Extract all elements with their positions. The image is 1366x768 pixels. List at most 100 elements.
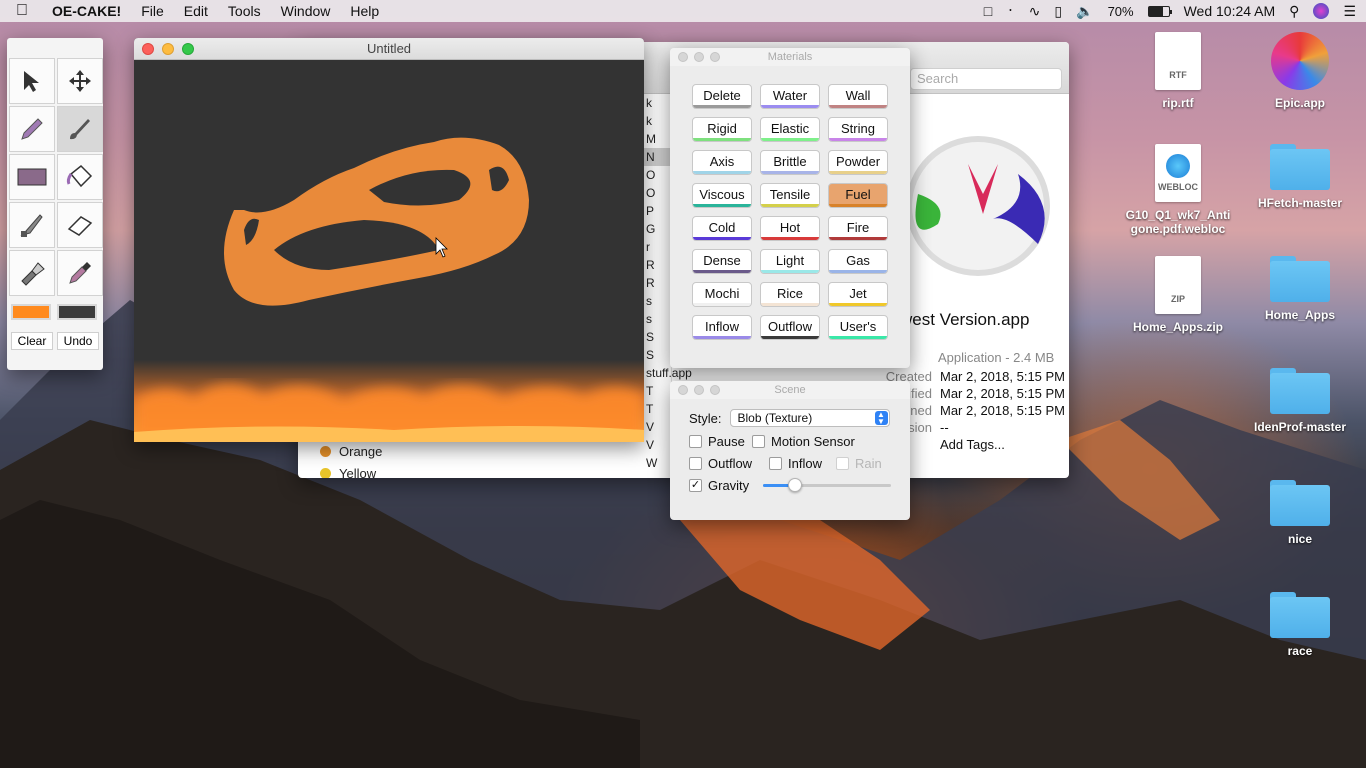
spotlight-search-icon[interactable]: ⚲ xyxy=(1289,3,1299,20)
battery-icon[interactable] xyxy=(1147,5,1172,17)
bluetooth-icon[interactable]: ᛫ xyxy=(1006,3,1014,19)
tag-yellow[interactable]: Yellow xyxy=(298,462,430,478)
gravity-checkbox[interactable]: ✓ Gravity xyxy=(689,478,749,493)
brush-tool-button[interactable] xyxy=(57,106,103,152)
list-item[interactable]: O xyxy=(642,166,671,184)
material-button-inflow[interactable]: Inflow xyxy=(692,315,752,340)
zoom-icon[interactable] xyxy=(182,43,194,55)
eyedropper-tool-button[interactable] xyxy=(57,250,103,296)
desktop-icon-webloc[interactable]: WEBLOC G10_Q1_wk7_Antigone.pdf.webloc xyxy=(1123,144,1233,236)
app-menu[interactable]: OE-CAKE! xyxy=(52,3,121,19)
motion-sensor-checkbox[interactable]: Motion Sensor xyxy=(752,434,855,449)
minimize-icon[interactable] xyxy=(694,385,704,395)
battery-percent[interactable]: 70% xyxy=(1108,4,1134,19)
desktop-icon-folder[interactable]: Home_Apps xyxy=(1245,256,1355,322)
material-button-hot[interactable]: Hot xyxy=(760,216,820,241)
material-button-rigid[interactable]: Rigid xyxy=(692,117,752,142)
knife-tool-button[interactable] xyxy=(9,202,55,248)
simulation-canvas[interactable] xyxy=(134,60,644,442)
material-button-string[interactable]: String xyxy=(828,117,888,142)
desktop-icon-folder[interactable]: HFetch-master xyxy=(1245,144,1355,210)
menu-help[interactable]: Help xyxy=(350,3,379,19)
material-button-wall[interactable]: Wall xyxy=(828,84,888,109)
list-item[interactable]: P xyxy=(642,202,671,220)
fill-tool-button[interactable] xyxy=(57,154,103,200)
material-button-cold[interactable]: Cold xyxy=(692,216,752,241)
list-item[interactable]: W xyxy=(642,454,671,472)
menu-file[interactable]: File xyxy=(141,3,164,19)
minimize-icon[interactable] xyxy=(162,43,174,55)
list-item[interactable]: O xyxy=(642,184,671,202)
material-button-fire[interactable]: Fire xyxy=(828,216,888,241)
apple-icon[interactable]:  xyxy=(10,2,34,20)
eraser-tool-button[interactable] xyxy=(57,202,103,248)
list-item[interactable]: V xyxy=(642,418,671,436)
menu-window[interactable]: Window xyxy=(281,3,331,19)
list-item[interactable]: S xyxy=(642,346,671,364)
close-icon[interactable] xyxy=(678,385,688,395)
file-list[interactable]: k k M N O O P Gr R Rs s S Sstuff.app T T V V W xyxy=(642,94,692,478)
desktop-icon-folder[interactable]: IdenProf-master xyxy=(1245,368,1355,434)
material-button-powder[interactable]: Powder xyxy=(828,150,888,175)
material-button-elastic[interactable]: Elastic xyxy=(760,117,820,142)
list-item[interactable]: M xyxy=(642,130,671,148)
list-item[interactable]: k xyxy=(642,112,671,130)
material-button-brittle[interactable]: Brittle xyxy=(760,150,820,175)
list-item[interactable]: T xyxy=(642,400,671,418)
menu-edit[interactable]: Edit xyxy=(184,3,208,19)
list-item[interactable]: G xyxy=(642,220,671,238)
list-item[interactable]: stuff.app xyxy=(642,364,692,382)
desktop-icon-zip[interactable]: ZIP Home_Apps.zip xyxy=(1123,256,1233,334)
zoom-icon[interactable] xyxy=(710,385,720,395)
list-item[interactable]: r xyxy=(642,238,671,256)
flashlight-tool-button[interactable] xyxy=(9,250,55,296)
box-icon[interactable]: □ xyxy=(984,3,992,19)
primary-color-swatch[interactable] xyxy=(11,304,51,320)
zoom-icon[interactable] xyxy=(710,52,720,62)
list-item[interactable]: V xyxy=(642,436,671,454)
list-item[interactable]: N xyxy=(642,148,671,166)
outflow-checkbox[interactable]: Outflow xyxy=(689,456,769,471)
material-button-fuel[interactable]: Fuel xyxy=(828,183,888,208)
close-icon[interactable] xyxy=(142,43,154,55)
rain-checkbox[interactable]: Rain xyxy=(836,456,882,471)
desktop-icon-folder[interactable]: nice xyxy=(1245,480,1355,546)
material-button-gas[interactable]: Gas xyxy=(828,249,888,274)
notification-center-icon[interactable]: ☰ xyxy=(1343,3,1356,20)
airplay-icon[interactable]: ▯ xyxy=(1054,3,1062,20)
list-item[interactable]: T xyxy=(642,382,671,400)
move-tool-button[interactable] xyxy=(57,58,103,104)
menu-tools[interactable]: Tools xyxy=(228,3,261,19)
material-button-mochi[interactable]: Mochi xyxy=(692,282,752,307)
list-item[interactable]: R xyxy=(642,274,671,292)
material-button-tensile[interactable]: Tensile xyxy=(760,183,820,208)
material-button-light[interactable]: Light xyxy=(760,249,820,274)
add-tags-link[interactable]: Add Tags... xyxy=(940,436,1005,453)
rectangle-tool-button[interactable] xyxy=(9,154,55,200)
material-button-axis[interactable]: Axis xyxy=(692,150,752,175)
desktop-icon-folder[interactable]: race xyxy=(1245,592,1355,658)
undo-button[interactable]: Undo xyxy=(57,332,99,350)
list-item[interactable]: R xyxy=(642,256,671,274)
pause-checkbox[interactable]: Pause xyxy=(689,434,752,449)
list-item[interactable]: S xyxy=(642,328,671,346)
tag-orange[interactable]: Orange xyxy=(298,440,430,462)
volume-icon[interactable]: 🔈 xyxy=(1076,3,1093,20)
slider-knob[interactable] xyxy=(788,478,803,492)
list-item[interactable]: k xyxy=(642,94,671,112)
minimize-icon[interactable] xyxy=(694,52,704,62)
material-button-jet[interactable]: Jet xyxy=(828,282,888,307)
style-select[interactable]: Blob (Texture) ▲ ▼ xyxy=(729,409,890,427)
pencil-tool-button[interactable] xyxy=(9,106,55,152)
material-button-delete[interactable]: Delete xyxy=(692,84,752,109)
inflow-checkbox[interactable]: Inflow xyxy=(769,456,836,471)
gravity-slider[interactable] xyxy=(763,478,892,492)
select-tool-button[interactable] xyxy=(9,58,55,104)
siri-icon[interactable] xyxy=(1313,3,1330,19)
list-item[interactable]: s xyxy=(642,310,671,328)
material-button-viscous[interactable]: Viscous xyxy=(692,183,752,208)
clear-button[interactable]: Clear xyxy=(11,332,53,350)
material-button-rice[interactable]: Rice xyxy=(760,282,820,307)
close-icon[interactable] xyxy=(678,52,688,62)
material-button-outflow[interactable]: Outflow xyxy=(760,315,820,340)
